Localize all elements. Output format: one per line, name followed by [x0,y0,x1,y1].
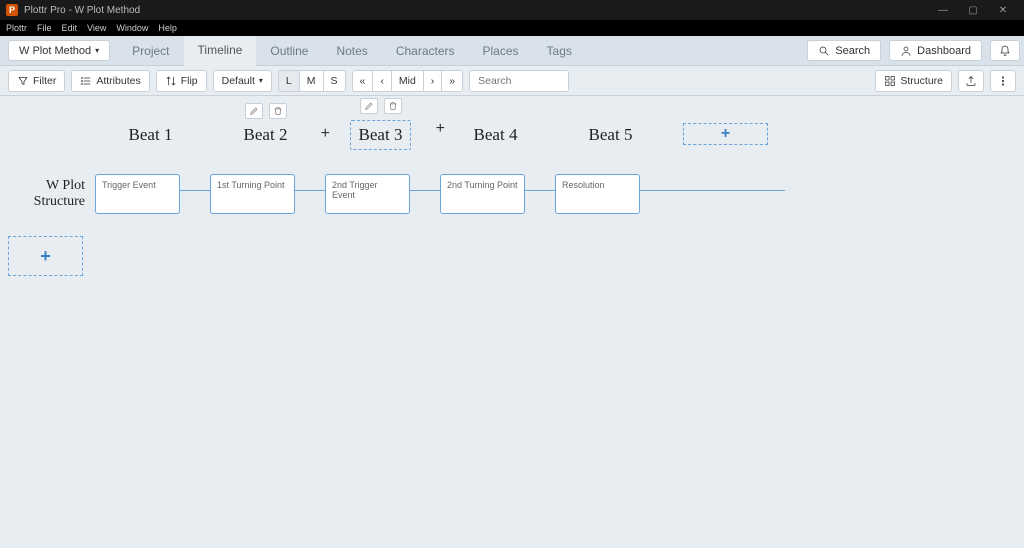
structure-icon [884,75,896,87]
beat-label: Beat 2 [244,125,288,145]
add-plotline-button[interactable]: + [8,236,83,276]
nav-next[interactable]: › [424,70,443,92]
file-dropdown-label: W Plot Method [19,45,91,57]
beat-delete-button[interactable] [269,103,287,119]
insert-beat-icon[interactable]: + [436,120,445,138]
zoom-small[interactable]: S [324,70,346,92]
caret-down-icon: ▾ [259,76,263,85]
attributes-button[interactable]: Attributes [71,70,149,92]
tab-project[interactable]: Project [118,36,183,65]
menu-item[interactable]: View [87,23,106,33]
menu-item[interactable]: Window [116,23,148,33]
nav-prev[interactable]: ‹ [373,70,392,92]
tab-places[interactable]: Places [469,36,533,65]
tab-tags[interactable]: Tags [533,36,586,65]
tab-row: W Plot Method ▾ Project Timeline Outline… [0,36,1024,66]
search-icon [818,45,830,57]
bell-icon [999,45,1011,57]
zoom-large[interactable]: L [278,70,300,92]
beat-label: Beat 3 [350,120,412,150]
beat-label: Beat 1 [129,125,173,145]
zoom-level-group: L M S [278,70,346,92]
nav-first[interactable]: « [352,70,374,92]
timeline-canvas[interactable]: Beat 1 Beat 2 + [0,96,1024,548]
nav-group: « ‹ Mid › » [352,70,464,92]
plotline-row: W Plot Structure Trigger Event 1st Turni… [0,174,670,214]
tab-characters[interactable]: Characters [382,36,469,65]
file-dropdown[interactable]: W Plot Method ▾ [8,40,110,61]
maximize-button[interactable]: ▢ [958,5,988,16]
title-bar: P Plottr Pro - W Plot Method — ▢ ✕ [0,0,1024,20]
filter-button[interactable]: Filter [8,70,65,92]
structure-button[interactable]: Structure [875,70,952,92]
filter-icon [17,75,29,87]
search-button[interactable]: Search [807,40,881,61]
beat-column[interactable]: Beat 3 + [338,110,423,150]
add-beat-button[interactable]: + [683,115,768,145]
export-icon [965,75,977,87]
tabs: Project Timeline Outline Notes Character… [118,36,586,65]
scene-card[interactable]: Resolution [555,174,640,214]
edit-icon [364,101,374,111]
scene-card[interactable]: 2nd Turning Point [440,174,525,214]
menu-item[interactable]: Plottr [6,23,27,33]
scene-card[interactable]: 1st Turning Point [210,174,295,214]
kebab-icon [997,75,1009,87]
menu-item[interactable]: Edit [62,23,78,33]
beat-delete-button[interactable] [384,98,402,114]
beat-column[interactable]: Beat 1 [108,115,193,145]
edit-icon [249,106,259,116]
nav-last[interactable]: » [442,70,463,92]
menu-item[interactable]: Help [158,23,177,33]
list-icon [80,75,92,87]
nav-mid[interactable]: Mid [392,70,424,92]
zoom-default-dropdown[interactable]: Default ▾ [213,70,272,92]
timeline-search-input[interactable] [478,75,560,87]
flip-icon [165,75,177,87]
more-button[interactable] [990,70,1016,92]
notifications-button[interactable] [990,40,1020,61]
flip-button[interactable]: Flip [156,70,207,92]
scene-card[interactable]: Trigger Event [95,174,180,214]
dashboard-button[interactable]: Dashboard [889,40,982,61]
menu-bar: Plottr File Edit View Window Help [0,20,1024,36]
export-button[interactable] [958,70,984,92]
toolbar: Filter Attributes Flip Default ▾ L M S «… [0,66,1024,96]
close-button[interactable]: ✕ [988,5,1018,16]
beat-column[interactable]: Beat 5 [568,115,653,145]
timeline-search[interactable] [469,70,569,92]
insert-beat-icon[interactable]: + [321,125,330,143]
beat-headers: Beat 1 Beat 2 + [108,110,768,150]
beat-column[interactable]: Beat 2 + [223,115,308,145]
trash-icon [388,101,398,111]
caret-down-icon: ▾ [95,46,99,55]
beat-column[interactable]: Beat 4 [453,115,538,145]
beat-label: Beat 4 [474,125,518,145]
tab-timeline[interactable]: Timeline [184,36,257,66]
zoom-medium[interactable]: M [300,70,324,92]
beat-label: Beat 5 [589,125,633,145]
scene-card[interactable]: 2nd Trigger Event [325,174,410,214]
window-title: Plottr Pro - W Plot Method [24,5,140,16]
minimize-button[interactable]: — [928,5,958,16]
tab-notes[interactable]: Notes [322,36,381,65]
plotline-name[interactable]: W Plot Structure [0,178,95,210]
app-icon: P [6,4,18,16]
plus-icon: + [40,246,51,267]
plus-icon: + [721,125,730,143]
menu-item[interactable]: File [37,23,52,33]
beat-edit-button[interactable] [245,103,263,119]
beat-edit-button[interactable] [360,98,378,114]
user-icon [900,45,912,57]
trash-icon [273,106,283,116]
tab-outline[interactable]: Outline [256,36,322,65]
